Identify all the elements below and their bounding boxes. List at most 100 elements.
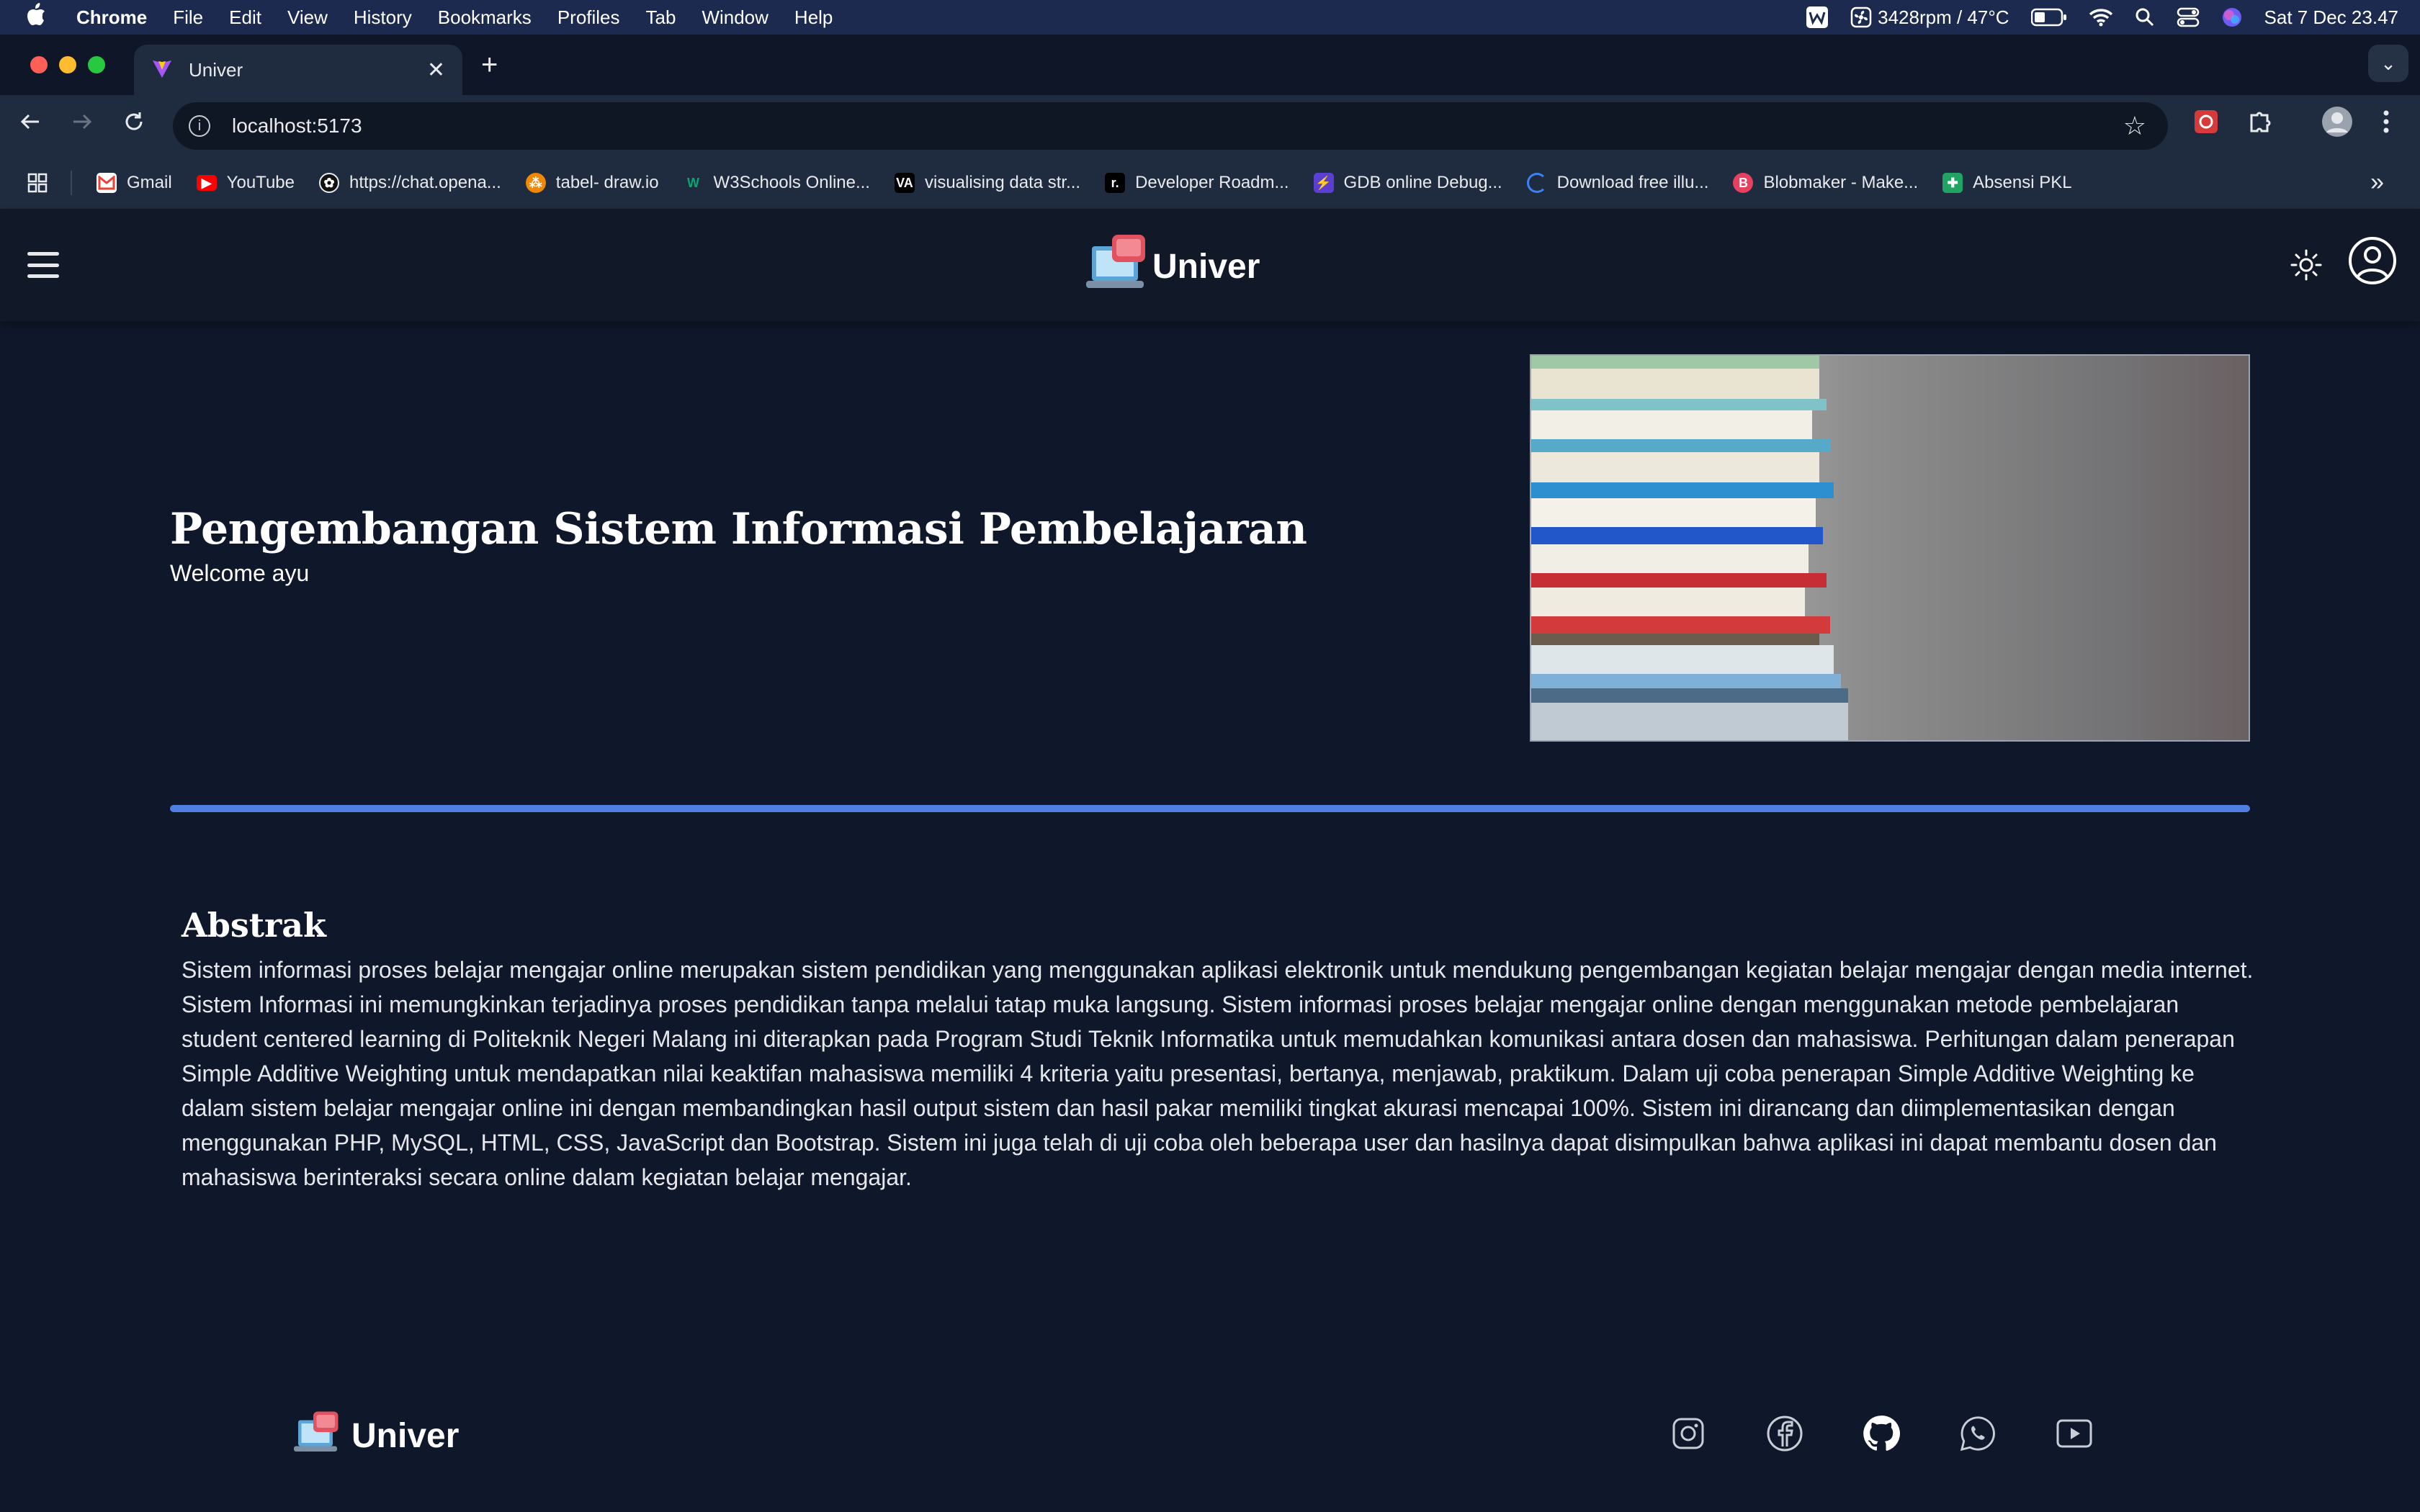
bookmark-drawio[interactable]: ⁂ tabel- draw.io (525, 173, 659, 193)
menu-tab[interactable]: Tab (646, 6, 676, 29)
bookmark-label: YouTube (226, 173, 295, 192)
spotlight-search-icon[interactable] (2135, 7, 2155, 27)
menu-history[interactable]: History (354, 6, 412, 29)
minimize-window-button[interactable] (59, 56, 76, 73)
bookmark-roadmap[interactable]: r. Developer Roadm... (1105, 173, 1289, 193)
welcome-message: Welcome ayu (170, 560, 310, 586)
tab-close-icon[interactable]: ✕ (427, 58, 445, 83)
menu-file[interactable]: File (173, 6, 203, 29)
word-icon[interactable] (1806, 6, 1829, 29)
bookmark-gmail[interactable]: Gmail (97, 173, 172, 193)
footer-brand[interactable]: Univer (294, 1411, 459, 1461)
bookmark-label: visualising data str... (924, 173, 1081, 192)
apps-grid-icon[interactable] (27, 173, 48, 193)
bookmark-youtube[interactable]: ▶ YouTube (196, 173, 295, 193)
bookmarks-bar: Gmail ▶ YouTube ✿ https://chat.opena... … (0, 157, 2420, 209)
github-icon[interactable] (1863, 1415, 1900, 1452)
footer-brand-name: Univer (351, 1417, 460, 1455)
chrome-profile-avatar[interactable] (2321, 105, 2354, 138)
books-stack-image (1530, 354, 2250, 742)
tab-search-button[interactable]: ⌄ (2368, 45, 2408, 82)
user-profile-icon[interactable] (2348, 236, 2397, 289)
bookmark-visualgo[interactable]: VA visualising data str... (894, 173, 1081, 193)
bookmarks-divider (71, 171, 72, 195)
macos-menu-bar: Chrome File Edit View History Bookmarks … (0, 0, 2420, 35)
bookmark-label: Blobmaker - Make... (1763, 173, 1919, 192)
abstract-heading: Abstrak (182, 906, 326, 945)
bookmark-label: Absensi PKL (1973, 173, 2072, 192)
fan-icon (1850, 6, 1872, 28)
menu-edit[interactable]: Edit (229, 6, 261, 29)
hero-title: Pengembangan Sistem Informasi Pembelajar… (170, 504, 1307, 554)
blobmaker-icon: B (1733, 173, 1754, 193)
openai-icon: ✿ (318, 173, 339, 193)
menu-bookmarks[interactable]: Bookmarks (438, 6, 532, 29)
brand-name: Univer (1152, 248, 1260, 286)
gdb-icon: ⚡ (1313, 173, 1334, 193)
siri-icon[interactable] (2221, 6, 2243, 28)
forward-button[interactable] (71, 109, 94, 140)
forward-arrow-icon (73, 114, 92, 130)
more-bookmarks-icon[interactable]: » (2370, 168, 2384, 197)
menubar-clock[interactable]: Sat 7 Dec 23.47 (2264, 6, 2398, 29)
apple-icon[interactable] (26, 3, 52, 32)
close-window-button[interactable] (30, 56, 48, 73)
extensions-puzzle-icon[interactable] (2246, 108, 2273, 135)
address-url[interactable]: localhost:5173 (232, 114, 362, 138)
w3schools-icon: W (687, 175, 700, 190)
youtube-icon[interactable] (2056, 1415, 2093, 1452)
reload-icon (125, 112, 143, 130)
social-links (1670, 1415, 2093, 1452)
bookmark-label: Download free illu... (1556, 173, 1709, 192)
bookmark-download-illustrations[interactable]: Download free illu... (1526, 173, 1709, 193)
abstract-body: Sistem informasi proses belajar mengajar… (182, 957, 2254, 1190)
new-tab-button[interactable]: + (481, 49, 498, 81)
browser-tab-strip: Univer ✕ + ⌄ (0, 35, 2420, 95)
address-bar[interactable]: i localhost:5173 ☆ (173, 102, 2168, 150)
theme-toggle-sun-icon[interactable] (2287, 246, 2325, 284)
back-arrow-icon (20, 114, 39, 130)
bookmark-blobmaker[interactable]: B Blobmaker - Make... (1733, 173, 1918, 193)
fan-status[interactable]: 3428rpm / 47°C (1850, 6, 2009, 29)
bookmark-label: Developer Roadm... (1135, 173, 1289, 192)
brand-logo[interactable]: Univer (1086, 235, 1260, 299)
whatsapp-icon[interactable] (1959, 1415, 1996, 1452)
sheets-icon: ✚ (1942, 173, 1963, 193)
facebook-icon[interactable] (1766, 1415, 1803, 1452)
menu-profiles[interactable]: Profiles (557, 6, 620, 29)
bookmark-label: Gmail (127, 173, 172, 192)
reload-button[interactable] (122, 109, 145, 140)
bookmark-label: https://chat.opena... (349, 173, 501, 192)
bookmark-absensi-pkl[interactable]: ✚ Absensi PKL (1942, 173, 2072, 193)
youtube-icon: ▶ (196, 175, 217, 191)
roadmap-icon: r. (1105, 173, 1126, 193)
battery-icon[interactable] (2030, 8, 2067, 27)
wifi-icon[interactable] (2089, 8, 2113, 27)
menu-view[interactable]: View (287, 6, 328, 29)
hamburger-menu-icon[interactable] (27, 252, 59, 278)
instagram-icon[interactable] (1670, 1415, 1707, 1452)
tab-title: Univer (189, 58, 243, 81)
bookmark-chatgpt[interactable]: ✿ https://chat.opena... (318, 173, 501, 193)
bookmark-label: W3Schools Online... (713, 173, 870, 192)
download-icon (1526, 173, 1547, 193)
menu-help[interactable]: Help (794, 6, 833, 29)
browser-tab-active[interactable]: Univer ✕ (134, 45, 462, 95)
visualgo-icon: VA (894, 173, 915, 193)
back-button[interactable] (19, 109, 42, 140)
bookmark-label: tabel- draw.io (555, 173, 659, 192)
laptop-logo-icon (294, 1411, 341, 1461)
bookmark-w3schools[interactable]: W W3Schools Online... (684, 173, 870, 193)
bookmark-star-icon[interactable]: ☆ (2123, 111, 2146, 141)
control-center-icon[interactable] (2177, 7, 2200, 27)
site-info-icon[interactable]: i (189, 115, 210, 137)
zoom-window-button[interactable] (88, 56, 105, 73)
extension-red-icon[interactable] (2192, 108, 2220, 135)
chrome-menu-icon[interactable] (2381, 108, 2391, 135)
gmail-icon (97, 173, 117, 193)
menu-app-name[interactable]: Chrome (76, 6, 147, 29)
menu-window[interactable]: Window (702, 6, 768, 29)
fan-status-text: 3428rpm / 47°C (1878, 6, 2009, 28)
section-divider (170, 805, 2250, 812)
bookmark-gdb[interactable]: ⚡ GDB online Debug... (1313, 173, 1502, 193)
